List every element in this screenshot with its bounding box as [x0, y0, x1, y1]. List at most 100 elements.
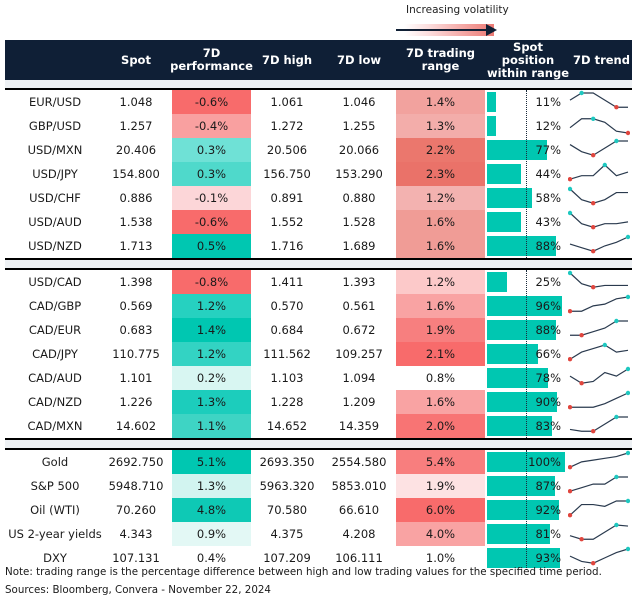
sparkline-high-marker — [568, 186, 573, 192]
sparkline-high-marker — [625, 390, 630, 396]
trading-range-value: 1.6% — [396, 390, 485, 414]
low-value: 4.208 — [342, 527, 376, 541]
trend-sparkline-cell — [568, 390, 632, 414]
performance-value: 0.9% — [172, 522, 251, 546]
sparkline-line — [569, 188, 628, 204]
low-value: 1.393 — [342, 275, 376, 289]
sparkline-low-marker — [591, 153, 596, 158]
low-value: 1.094 — [342, 371, 376, 385]
low-value: 1.046 — [342, 95, 376, 109]
table-row: USD/AUD 1.538 -0.6% 1.552 1.528 1.6% 43% — [5, 210, 632, 234]
sparkline-high-marker — [614, 318, 619, 324]
spot-value: 20.406 — [115, 143, 157, 157]
spot-position-bar — [487, 212, 521, 232]
high-value: 5963.320 — [259, 479, 315, 493]
low-value: 109.257 — [335, 347, 383, 361]
trend-sparkline — [569, 116, 630, 136]
table-row: S&P 500 5948.710 1.3% 5963.320 5853.010 1.9% 8… — [5, 474, 632, 498]
pair-label: USD/NZD — [28, 239, 82, 253]
sparkline-low-marker — [568, 489, 573, 494]
performance-value: -0.6% — [172, 210, 251, 234]
range-midpoint-line — [526, 270, 527, 438]
sparkline-high-marker — [625, 294, 630, 300]
trend-sparkline-cell — [568, 138, 632, 162]
footnote-note: Note: trading range is the percentage di… — [5, 566, 602, 578]
trend-sparkline-cell — [568, 270, 632, 294]
trend-sparkline — [569, 366, 630, 386]
spot-position-label: 96% — [535, 299, 561, 313]
spot-value: 1.398 — [119, 275, 153, 289]
pair-label: EUR/USD — [28, 95, 82, 109]
table-row: USD/JPY 154.800 0.3% 156.750 153.290 2.3% 44% — [5, 162, 632, 186]
sparkline-line — [570, 320, 628, 336]
performance-value: 1.2% — [172, 342, 251, 366]
sparkline-line — [569, 164, 629, 180]
trend-sparkline — [569, 90, 628, 110]
high-value: 14.652 — [266, 419, 308, 433]
trading-range-value: 6.0% — [396, 498, 485, 522]
trading-range-value: 1.3% — [396, 114, 485, 138]
pair-label: US 2-year yields — [8, 527, 102, 541]
trend-sparkline — [568, 390, 630, 410]
spot-position-label: 83% — [535, 419, 561, 433]
trading-range-value: 1.6% — [396, 234, 485, 258]
header-7d-trend: 7D trend — [573, 52, 630, 67]
trend-sparkline-cell — [568, 114, 632, 138]
trend-sparkline-cell — [568, 162, 632, 186]
spot-position-bar — [487, 272, 507, 292]
spot-position-label: 44% — [535, 167, 561, 181]
sparkline-line — [569, 344, 629, 360]
header-spot: Spot — [121, 52, 151, 67]
performance-value: 0.5% — [172, 234, 251, 258]
trend-sparkline — [569, 138, 628, 158]
table-header: Spot 7D performance 7D high 7D low 7D tr… — [5, 40, 632, 80]
trend-sparkline — [569, 546, 630, 566]
sparkline-line — [569, 236, 629, 252]
spot-position-label: 25% — [535, 275, 561, 289]
sparkline-low-marker — [568, 513, 573, 518]
performance-value: 0.2% — [172, 366, 251, 390]
trading-range-value: 4.0% — [396, 522, 485, 546]
spot-value: 1.226 — [119, 395, 153, 409]
sparkline-low-marker — [591, 225, 596, 230]
sparkline-line — [570, 296, 629, 312]
sparkline-high-marker — [614, 522, 619, 528]
header-7d-performance-line2: performance — [170, 59, 253, 73]
high-value: 70.580 — [266, 503, 308, 517]
trend-sparkline — [568, 162, 629, 182]
high-value: 111.562 — [263, 347, 311, 361]
trend-sparkline-cell — [568, 450, 632, 474]
table-row: EUR/USD 1.048 -0.6% 1.061 1.046 1.4% 11% — [5, 90, 632, 114]
spot-position-label: 78% — [535, 371, 561, 385]
low-value: 1.689 — [342, 239, 376, 253]
sparkline-line — [569, 368, 629, 384]
trend-sparkline — [568, 498, 630, 518]
sparkline-line — [569, 476, 628, 492]
header-spot-position-line1: Spot position — [501, 39, 555, 67]
table-row: CAD/NZD 1.226 1.3% 1.228 1.209 1.6% 90% — [5, 390, 632, 414]
trend-sparkline-cell — [568, 414, 632, 438]
trend-sparkline — [568, 474, 628, 494]
spot-position-label: 90% — [535, 395, 561, 409]
sparkline-low-marker — [625, 130, 630, 136]
spot-position-label: 66% — [535, 347, 561, 361]
trading-range-value: 1.6% — [396, 294, 485, 318]
performance-value: 1.3% — [172, 474, 251, 498]
trading-range-value: 1.9% — [396, 318, 485, 342]
spot-value: 0.569 — [119, 299, 153, 313]
sparkline-line — [569, 272, 628, 288]
sparkline-low-marker — [579, 381, 584, 386]
spot-position-label: 88% — [535, 323, 561, 337]
table-row: CAD/EUR 0.683 1.4% 0.684 0.672 1.9% 88% — [5, 318, 632, 342]
trend-sparkline — [569, 234, 630, 254]
table-row: USD/CAD 1.398 -0.8% 1.411 1.393 1.2% 25% — [5, 270, 632, 294]
trend-sparkline-cell — [568, 210, 632, 234]
performance-value: 0.3% — [172, 138, 251, 162]
low-value: 66.610 — [338, 503, 380, 517]
trading-range-value: 5.4% — [396, 450, 485, 474]
trend-sparkline — [568, 186, 628, 206]
sparkline-low-marker — [568, 177, 573, 182]
pair-label: CAD/MXN — [27, 419, 83, 433]
table-row: GBP/USD 1.257 -0.4% 1.272 1.255 1.3% 12% — [5, 114, 632, 138]
trading-range-value: 0.8% — [396, 366, 485, 390]
